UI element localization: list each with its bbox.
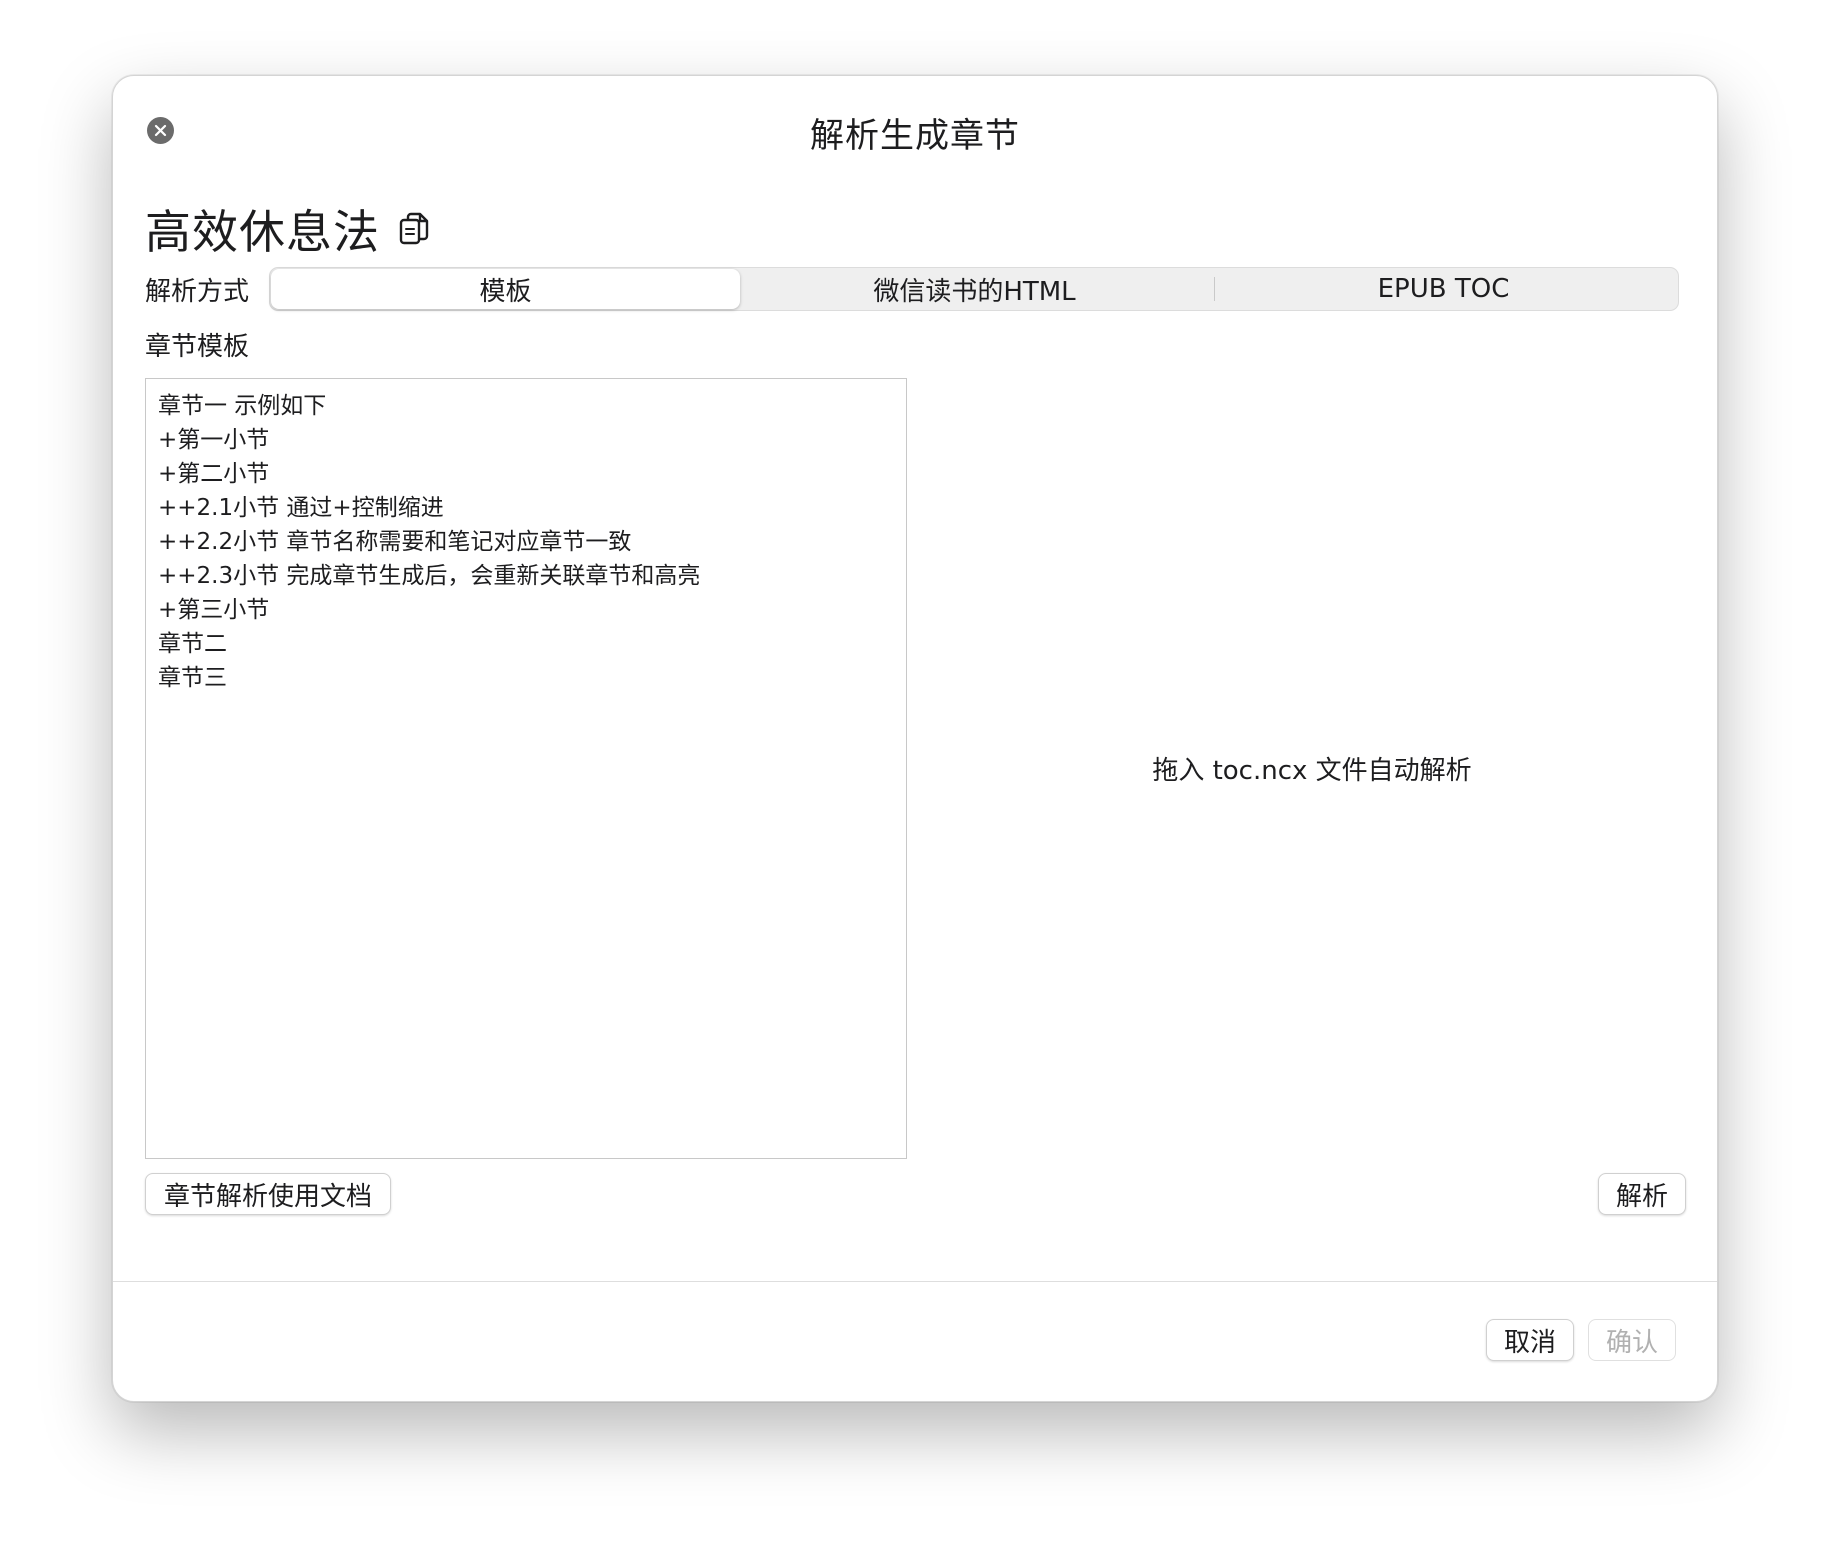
parse-method-segmented-control: 模板 微信读书的HTML EPUB TOC [269,267,1679,311]
parse-method-label: 解析方式 [145,276,250,307]
tab-epub-toc[interactable]: EPUB TOC [1209,268,1678,310]
tab-weread-html[interactable]: 微信读书的HTML [740,268,1209,310]
footer-divider [113,1281,1717,1282]
parse-method-row: 解析方式 模板 微信读书的HTML EPUB TOC [145,267,1679,311]
window-title: 解析生成章节 [810,116,1020,156]
dialog-window: 解析生成章节 高效休息法 解析方式 模板 微信读书的HTML EPUB TOC … [112,75,1718,1402]
confirm-button[interactable]: 确认 [1588,1319,1676,1361]
parse-button[interactable]: 解析 [1598,1173,1686,1215]
drop-zone-text: 拖入 toc.ncx 文件自动解析 [1152,756,1472,786]
copy-icon[interactable] [398,211,430,247]
book-title: 高效休息法 [145,205,380,259]
tab-template[interactable]: 模板 [271,269,740,309]
docs-button[interactable]: 章节解析使用文档 [145,1173,391,1215]
template-label: 章节模板 [145,332,250,362]
book-title-row: 高效休息法 [145,196,430,262]
toc-drop-zone[interactable]: 拖入 toc.ncx 文件自动解析 [921,378,1703,1159]
cancel-button[interactable]: 取消 [1486,1319,1574,1361]
template-textarea[interactable]: 章节一 示例如下 +第一小节 +第二小节 ++2.1小节 通过+控制缩进 ++2… [145,378,907,1159]
